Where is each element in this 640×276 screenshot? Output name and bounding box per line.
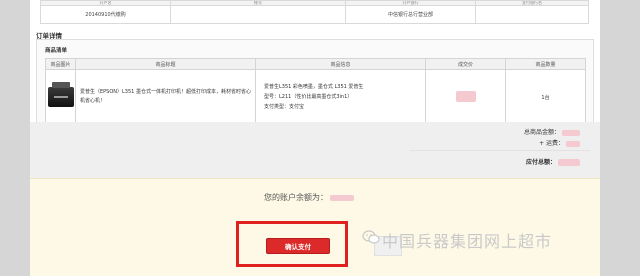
payment-area: 您的账户余额为： 确认支付	[30, 178, 600, 276]
goods-info-cell: 爱普生L351 彩色喷墨，墨仓式 L351 爱普生 型号：L211（性价比最高墨…	[255, 69, 426, 125]
payable-total: 应付总额：	[526, 157, 580, 166]
col-image: 商品图片	[45, 58, 76, 70]
goods-table-header: 商品图片 商品标题 商品信息 成交价 商品数量	[45, 58, 586, 70]
goods-image-cell	[45, 69, 76, 125]
table-row: 爱普生（EPSON）L351 墨仓式一体机打印机！超低打印成本，耗材省时省心机省…	[45, 69, 586, 125]
goods-total: 总商品金额：	[524, 127, 580, 136]
price-redacted	[455, 90, 476, 102]
bank-table-row: 20140910代缴购 中信银行总行营业部	[40, 5, 589, 24]
balance-label: 您的账户余额为：	[264, 193, 328, 202]
payable-value	[558, 159, 580, 166]
shipping-fee: + 运费：	[539, 138, 580, 147]
col-quantity: 商品数量	[505, 58, 586, 70]
bank-info-table: 开户名 帐号 开户银行 支付银行名 20140910代缴购 中信银行总行营业部	[40, 0, 589, 24]
goods-title-link[interactable]: 爱普生（EPSON）L351 墨仓式一体机打印机！超低打印成本，耗材省时省心机省…	[75, 69, 256, 125]
account-name-cell: 20140910代缴购	[40, 5, 171, 24]
pay-bank-cell	[475, 5, 589, 24]
bank-cell: 中信银行总行营业部	[345, 5, 476, 24]
shipping-value	[566, 140, 580, 147]
confirm-pay-button[interactable]: 确认支付	[266, 238, 330, 254]
watermark-text: 中国兵器集团网上超市	[382, 232, 553, 251]
account-balance: 您的账户余额为：	[264, 192, 354, 203]
goods-info-line: 支付类型：支付宝	[264, 104, 305, 110]
col-price: 成交价	[425, 58, 506, 70]
goods-total-label: 总商品金额：	[523, 129, 560, 136]
goods-info-line: 型号：L211（性价比最高墨仓式3in1）	[264, 94, 353, 100]
wechat-icon	[362, 230, 380, 244]
goods-list-title: 商品清单	[45, 48, 68, 54]
printer-image[interactable]	[47, 82, 74, 107]
balance-value	[330, 194, 354, 201]
payable-label: 应付总额：	[525, 159, 556, 166]
goods-quantity-cell: 1台	[505, 69, 586, 125]
divider	[410, 150, 590, 151]
col-info: 商品信息	[255, 58, 426, 70]
goods-total-value	[562, 129, 580, 136]
col-title: 商品标题	[75, 58, 256, 70]
order-details-box: 商品清单 商品图片 商品标题 商品信息 成交价 商品数量 爱普生（EPSON）L…	[36, 39, 594, 125]
shipping-label: + 运费：	[539, 140, 564, 147]
account-number-cell	[170, 5, 346, 24]
goods-table: 商品图片 商品标题 商品信息 成交价 商品数量 爱普生（EPSON）L351 墨…	[45, 58, 586, 125]
goods-info-line: 爱普生L351 彩色喷墨，墨仓式 L351 爱普生	[264, 84, 364, 90]
goods-price-cell	[425, 69, 506, 125]
